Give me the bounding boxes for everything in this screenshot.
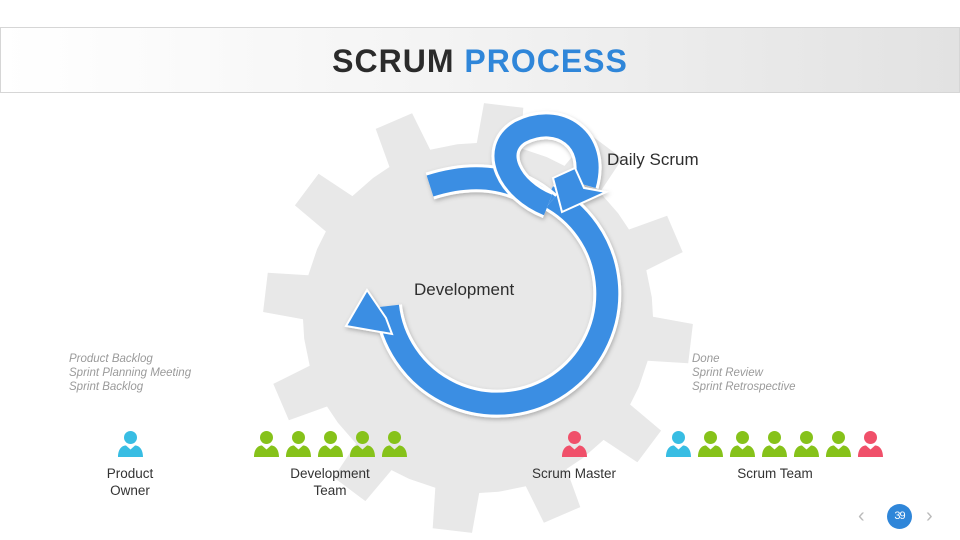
page-number-badge: 39 xyxy=(887,504,912,529)
person-icon xyxy=(665,430,692,463)
development-label: Development xyxy=(414,280,515,299)
role-development-team: Development Team xyxy=(270,465,390,499)
person-icon xyxy=(857,430,884,463)
development-team-icons xyxy=(253,430,408,463)
person-icon xyxy=(729,430,756,463)
role-label-line1: Scrum Master xyxy=(531,466,616,481)
person-icon xyxy=(561,430,588,463)
note-sprint-review: Sprint Review xyxy=(692,367,763,379)
person-icon xyxy=(285,430,312,463)
role-label-line1: Product xyxy=(106,466,154,481)
role-label-line1: Scrum Team xyxy=(737,466,813,481)
person-icon xyxy=(117,430,144,463)
person-icon xyxy=(825,430,852,463)
role-product-owner: Product Owner xyxy=(80,465,180,499)
review-notes: Done Sprint Review Sprint Retrospective xyxy=(692,352,796,394)
note-sprint-planning-meeting: Sprint Planning Meeting xyxy=(69,367,192,379)
person-icon xyxy=(793,430,820,463)
scrum-master-icons xyxy=(561,430,588,463)
role-label-line1: Development xyxy=(290,466,370,481)
note-product-backlog: Product Backlog xyxy=(69,353,153,365)
person-icon xyxy=(697,430,724,463)
scrum-team-icons xyxy=(665,430,884,463)
note-sprint-retrospective: Sprint Retrospective xyxy=(692,381,796,393)
planning-notes: Product Backlog Sprint Planning Meeting … xyxy=(69,352,191,394)
role-label-line2: Team xyxy=(313,483,347,498)
note-done: Done xyxy=(692,353,720,365)
role-scrum-team: Scrum Team xyxy=(715,465,835,482)
chevron-right-icon[interactable]: › xyxy=(926,505,933,528)
role-scrum-master: Scrum Master xyxy=(514,465,634,482)
daily-scrum-label: Daily Scrum xyxy=(607,150,699,169)
chevron-left-icon[interactable]: ‹ xyxy=(858,505,865,528)
role-label-line2: Owner xyxy=(110,483,150,498)
product-owner-icons xyxy=(117,430,144,463)
person-icon xyxy=(761,430,788,463)
person-icon xyxy=(349,430,376,463)
note-sprint-backlog: Sprint Backlog xyxy=(69,381,144,393)
person-icon xyxy=(253,430,280,463)
person-icon xyxy=(317,430,344,463)
person-icon xyxy=(381,430,408,463)
